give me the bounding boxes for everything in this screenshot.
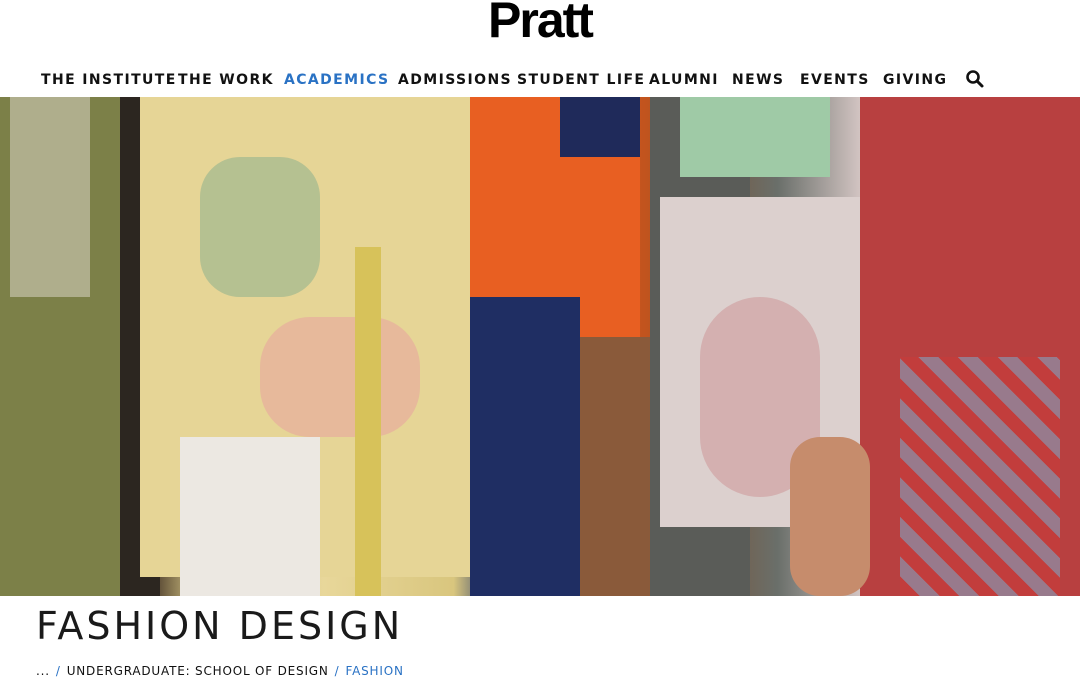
nav-item-academics[interactable]: ACADEMICS [284,72,390,88]
nav-item-events[interactable]: EVENTS [800,72,870,88]
nav-item-giving[interactable]: GIVING [883,72,947,88]
breadcrumb-current: FASHION [345,664,404,678]
nav-item-admissions[interactable]: ADMISSIONS [398,72,512,88]
breadcrumb-separator: / [55,664,61,678]
breadcrumb-ellipsis[interactable]: ... [36,664,50,678]
nav-item-the-institute[interactable]: THE INSTITUTE [41,72,177,88]
pratt-logo[interactable]: Pratt [0,0,1080,48]
search-button[interactable] [964,68,988,92]
breadcrumb-parent[interactable]: UNDERGRADUATE: SCHOOL OF DESIGN [67,664,329,678]
nav-item-alumni[interactable]: ALUMNI [649,72,719,88]
search-icon [966,70,984,88]
nav-item-the-work[interactable]: THE WORK [178,72,274,88]
breadcrumb-separator: / [334,664,340,678]
nav-item-news[interactable]: NEWS [732,72,784,88]
page-title: FASHION DESIGN [36,604,404,648]
hero-image [0,97,1080,596]
nav-item-student-life[interactable]: STUDENT LIFE [517,72,645,88]
breadcrumb: ... / UNDERGRADUATE: SCHOOL OF DESIGN / FASH… [36,664,404,678]
main-nav: THE INSTITUTE THE WORK ACADEMICS ADMISSI… [0,68,1080,96]
